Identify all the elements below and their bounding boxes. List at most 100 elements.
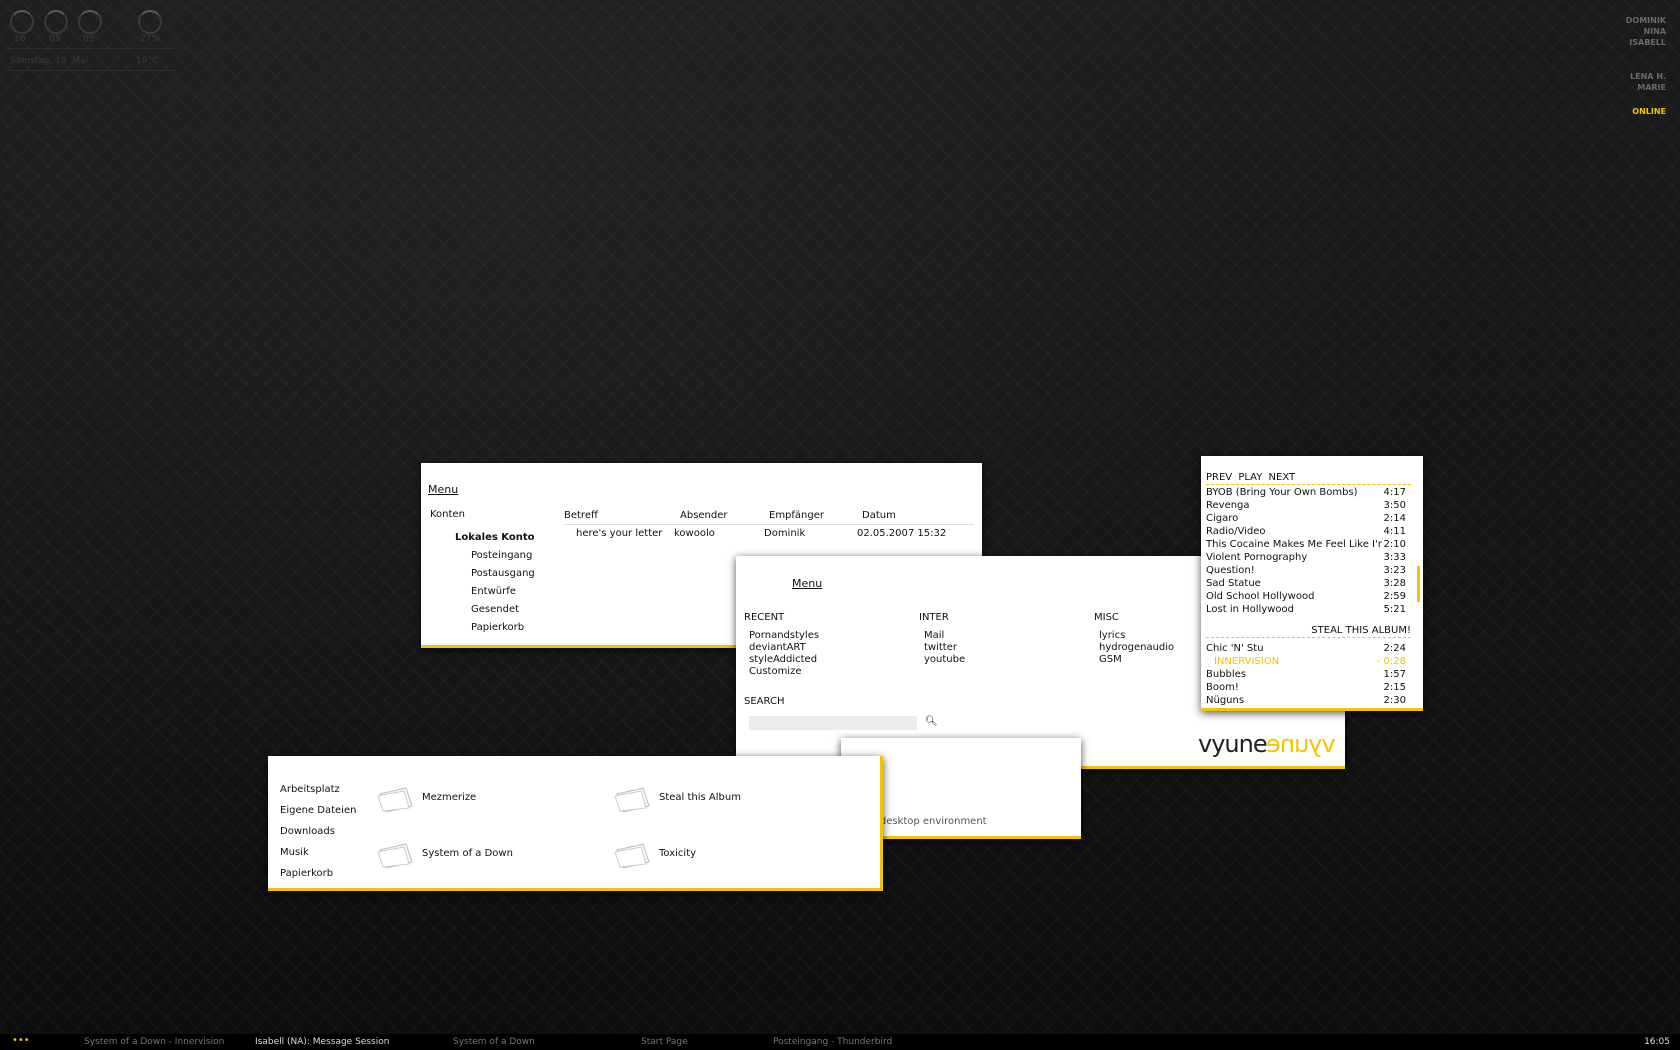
track-row[interactable]: Question! 3:23 — [1206, 565, 1406, 576]
taskbar-item-files[interactable]: System of a Down — [453, 1037, 535, 1047]
track-title: INNERVISION — [1214, 656, 1280, 667]
contact-dominik[interactable]: DOMINIK — [1626, 16, 1666, 25]
folder-item-toxicity[interactable]: Toxicity — [613, 842, 813, 876]
album-header: STEAL THIS ALBUM! — [1311, 625, 1411, 636]
column-date[interactable]: Datum — [862, 510, 896, 521]
contact-nina[interactable]: NINA — [1643, 27, 1666, 36]
track-row[interactable]: Bubbles 1:57 — [1206, 669, 1406, 680]
track-duration: 3:50 — [1383, 500, 1406, 511]
gauge-2 — [44, 10, 68, 34]
track-duration: - 0:28 — [1376, 656, 1406, 667]
misc-title: MISC — [1094, 612, 1119, 623]
folder-trash[interactable]: Papierkorb — [471, 622, 524, 633]
misc-gsm[interactable]: GSM — [1099, 654, 1122, 665]
folder-icon — [377, 843, 413, 868]
taskbar-item-thunderbird[interactable]: Posteingang - Thunderbird — [773, 1037, 892, 1047]
track-title: Radio/Video — [1206, 526, 1266, 537]
misc-hydrogenaudio[interactable]: hydrogenaudio — [1099, 642, 1174, 653]
message-recipient: Dominik — [764, 528, 806, 539]
playlist-scrollbar[interactable] — [1417, 566, 1420, 602]
prev-button[interactable]: PREV — [1206, 472, 1232, 483]
folder-outbox[interactable]: Postausgang — [471, 568, 535, 579]
track-row[interactable]: Revenga 3:50 — [1206, 500, 1406, 511]
mail-menu-button[interactable]: Menu — [428, 483, 458, 496]
track-duration: 4:11 — [1383, 526, 1406, 537]
track-row[interactable]: Radio/Video 4:11 — [1206, 526, 1406, 537]
track-title: Sad Statue — [1206, 578, 1261, 589]
folder-label: Steal this Album — [659, 792, 741, 803]
folder-drafts[interactable]: Entwürfe — [471, 586, 516, 597]
folder-item-steal-this-album[interactable]: Steal this Album — [613, 786, 813, 820]
next-button[interactable]: NEXT — [1269, 472, 1296, 483]
inter-title: INTER — [919, 612, 949, 623]
track-row[interactable]: Lost in Hollywood 5:21 — [1206, 604, 1406, 615]
player-window: PREV PLAY NEXT BYOB (Bring Your Own Bomb… — [1201, 456, 1423, 711]
place-downloads[interactable]: Downloads — [280, 826, 335, 837]
taskbar-item-player[interactable]: System of a Down - Innervision — [84, 1037, 224, 1047]
contact-lena[interactable]: LENA H. — [1630, 72, 1666, 81]
message-date: 02.05.2007 15:32 — [857, 528, 947, 539]
contact-marie[interactable]: MARIE — [1637, 83, 1666, 92]
place-music[interactable]: Musik — [280, 847, 309, 858]
track-title: Lost in Hollywood — [1206, 604, 1294, 615]
recent-deviantart[interactable]: deviantART — [749, 642, 806, 653]
contact-isabell[interactable]: ISABELL — [1629, 38, 1666, 47]
folder-sent[interactable]: Gesendet — [471, 604, 519, 615]
track-row[interactable]: Old School Hollywood 2:59 — [1206, 591, 1406, 602]
track-row[interactable]: Cigaro 2:14 — [1206, 513, 1406, 524]
misc-lyrics[interactable]: lyrics — [1099, 630, 1125, 641]
account-local[interactable]: Lokales Konto — [455, 532, 535, 543]
track-row[interactable]: BYOB (Bring Your Own Bombs) 4:17 — [1206, 487, 1406, 498]
column-recipient[interactable]: Empfänger — [769, 510, 824, 521]
place-my-files[interactable]: Eigene Dateien — [280, 805, 356, 816]
track-title: Nüguns — [1206, 695, 1245, 706]
gauge-1 — [10, 10, 34, 34]
track-row[interactable]: Sad Statue 3:28 — [1206, 578, 1406, 589]
gauge-4-value: 27% — [140, 34, 161, 44]
track-row[interactable]: Nüguns 2:30 — [1206, 695, 1406, 706]
recent-styleaddicted[interactable]: styleAddicted — [749, 654, 817, 665]
recent-title: RECENT — [744, 612, 785, 623]
folder-inbox[interactable]: Posteingang — [471, 550, 532, 561]
place-workstation[interactable]: Arbeitsplatz — [280, 784, 340, 795]
recent-pornandstyles[interactable]: Pornandstyles — [749, 630, 819, 641]
taskbar-item-start-page[interactable]: Start Page — [641, 1037, 688, 1047]
taskbar-menu-button[interactable]: ••• — [12, 1035, 30, 1046]
track-duration: 3:33 — [1383, 552, 1406, 563]
online-status: ONLINE — [1632, 107, 1666, 116]
folder-item-mezmerize[interactable]: Mezmerize — [376, 786, 576, 820]
vyune-logo: vyunevyune — [1198, 730, 1335, 758]
search-icon[interactable]: 🔍︎ — [925, 716, 938, 727]
folder-item-system-of-a-down[interactable]: System of a Down — [376, 842, 576, 876]
message-sender: kowoolo — [674, 528, 715, 539]
search-input[interactable] — [749, 716, 917, 730]
recent-customize[interactable]: Customize — [749, 666, 802, 677]
track-duration: 4:17 — [1383, 487, 1406, 498]
folder-icon — [614, 843, 650, 868]
track-title: Boom! — [1206, 682, 1239, 693]
folder-label: Mezmerize — [422, 792, 477, 803]
track-duration: 3:23 — [1383, 565, 1406, 576]
inter-mail[interactable]: Mail — [924, 630, 944, 641]
column-subject[interactable]: Betreff — [564, 510, 598, 521]
track-row[interactable]: This Cocaine Makes Me Feel Like I'm on 2:… — [1206, 539, 1406, 550]
track-row[interactable]: Chic 'N' Stu 2:24 — [1206, 643, 1406, 654]
taskbar: ••• System of a Down - Innervision Isabe… — [0, 1034, 1680, 1050]
track-row[interactable]: Violent Pornography 3:33 — [1206, 552, 1406, 563]
now-playing-row[interactable]: INNERVISION - 0:28 — [1206, 656, 1406, 667]
track-title: Question! — [1206, 565, 1255, 576]
track-row[interactable]: Boom! 2:15 — [1206, 682, 1406, 693]
message-row[interactable]: here's your letter kowoolo Dominik 02.05… — [564, 525, 974, 543]
play-button[interactable]: PLAY — [1238, 472, 1262, 483]
launcher-menu-button[interactable]: Menu — [792, 577, 822, 590]
taskbar-item-message[interactable]: Isabell (NA): Message Session — [255, 1037, 389, 1047]
track-duration: 1:57 — [1383, 669, 1406, 680]
inter-twitter[interactable]: twitter — [924, 642, 957, 653]
accounts-label: Konten — [430, 509, 465, 520]
column-sender[interactable]: Absender — [680, 510, 728, 521]
place-trash[interactable]: Papierkorb — [280, 868, 333, 879]
inter-youtube[interactable]: youtube — [924, 654, 965, 665]
file-browser-window: Arbeitsplatz Eigene Dateien Downloads Mu… — [268, 756, 883, 891]
track-title: BYOB (Bring Your Own Bombs) — [1206, 487, 1358, 498]
track-duration: 2:59 — [1383, 591, 1406, 602]
